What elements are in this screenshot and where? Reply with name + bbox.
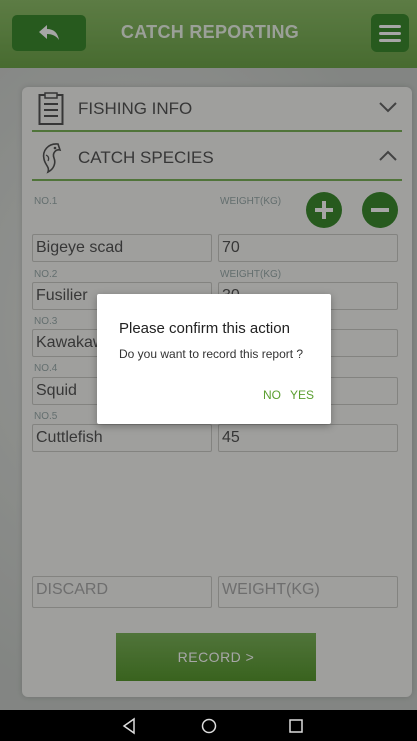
- nav-home-icon[interactable]: [200, 717, 218, 735]
- confirm-dialog: Please confirm this action Do you want t…: [97, 294, 331, 424]
- nav-recents-icon[interactable]: [287, 717, 305, 735]
- dialog-title: Please confirm this action: [119, 320, 290, 337]
- nav-back-icon[interactable]: [120, 717, 138, 735]
- dialog-no-button[interactable]: NO: [263, 388, 281, 402]
- dialog-message: Do you want to record this report ?: [119, 347, 304, 361]
- dialog-yes-button[interactable]: YES: [290, 388, 314, 402]
- system-nav-bar: [0, 710, 417, 741]
